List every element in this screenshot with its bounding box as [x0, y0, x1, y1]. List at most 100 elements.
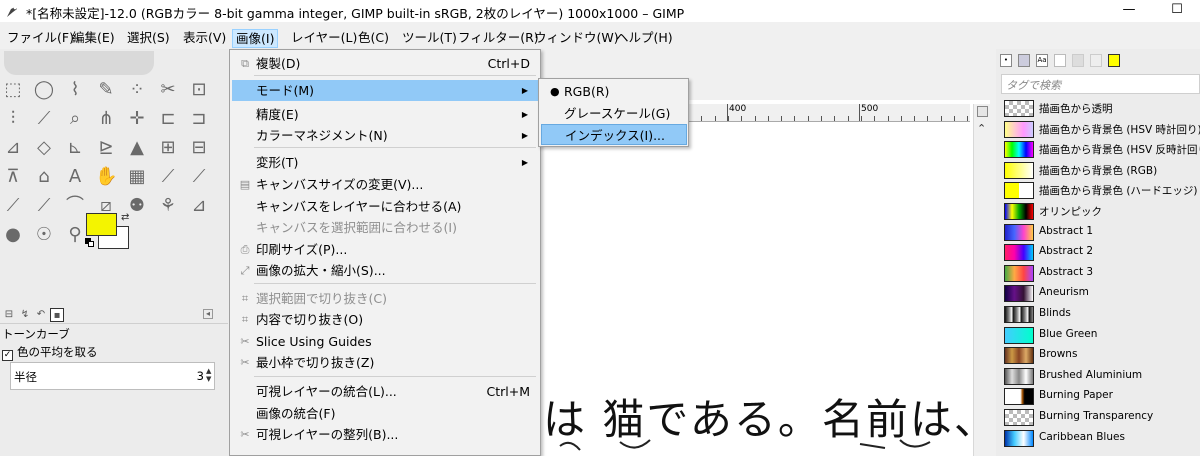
measure-icon[interactable]: ⌕	[64, 108, 86, 130]
image-menu-item-13[interactable]: ✂ 最小枠で切り抜き(Z)	[232, 352, 538, 373]
maximize-button[interactable]: ☐	[1154, 0, 1200, 22]
text-icon[interactable]: A	[64, 166, 86, 188]
gradient-row[interactable]: 描画色から背景色 (RGB)	[1004, 161, 1200, 179]
undo-history-tab-icon[interactable]: ↶	[34, 308, 48, 322]
image-menu-item-9[interactable]: ⤢ 画像の拡大・縮小(S)...	[232, 260, 538, 281]
mode-submenu-item-2[interactable]: インデックス(I)...	[541, 124, 687, 145]
gradient-row[interactable]: Brushed Aluminium	[1004, 367, 1200, 385]
bucket-icon[interactable]: ✋	[95, 166, 117, 188]
paths-icon[interactable]: ⫶	[2, 108, 24, 130]
gradient-row[interactable]: Burning Transparency	[1004, 408, 1200, 426]
image-menu-item-12[interactable]: ✂ Slice Using Guides	[232, 331, 538, 352]
device-status-tab-icon[interactable]: ↯	[18, 308, 32, 322]
ellipse-select-icon[interactable]: ◯	[33, 79, 55, 101]
gradient-row[interactable]: 描画色から背景色 (HSV 反時計回り)	[1004, 140, 1200, 159]
patterns-tab-icon[interactable]	[1018, 54, 1030, 67]
minimize-button[interactable]: —	[1106, 0, 1152, 22]
palette-tab-icon[interactable]	[1072, 54, 1084, 67]
tool-options-tab-icon[interactable]: ⊟	[2, 308, 16, 322]
image-menu-item-5[interactable]: ▤ キャンバスサイズの変更(V)...	[232, 174, 538, 195]
navigate-icon[interactable]	[977, 106, 988, 117]
image-menu-item-8[interactable]: ⎙ 印刷サイズ(P)...	[232, 239, 538, 260]
dynamics-tab-icon[interactable]	[1090, 54, 1102, 67]
heal-icon[interactable]: ⌂	[33, 166, 55, 188]
tag-filter-input[interactable]: タグで検索	[1001, 74, 1200, 94]
gradient-row[interactable]: Caribbean Blues	[1004, 429, 1200, 447]
menu-1[interactable]: 編集(E)	[69, 29, 118, 48]
document-tab-icon[interactable]	[1054, 54, 1066, 67]
gradient-row[interactable]: 描画色から背景色 (HSV 時計回り)	[1004, 120, 1200, 138]
dodge-icon[interactable]: ⚘	[157, 195, 179, 217]
image-menu-item-4[interactable]: 変形(T) ▶	[232, 152, 538, 173]
airbrush-icon[interactable]: ⟋	[33, 195, 55, 217]
gradient-row[interactable]: Abstract 2	[1004, 243, 1200, 262]
color-select-icon[interactable]: ⁘	[126, 79, 148, 101]
blur-icon[interactable]: ●	[2, 224, 24, 246]
brushes-tab-icon[interactable]: •	[1000, 54, 1012, 67]
warp-icon[interactable]: ⊵	[95, 137, 117, 159]
brush-icon[interactable]: ⟋	[188, 166, 210, 188]
scale-icon[interactable]: ▲	[126, 137, 148, 159]
free-select-icon[interactable]: ⌇	[64, 79, 86, 101]
average-checkbox-row[interactable]: ✓ 色の平均を取る	[2, 344, 98, 361]
fonts-tab-icon[interactable]: Aa	[1036, 54, 1048, 67]
mode-submenu-item-1[interactable]: グレースケール(G)	[541, 103, 687, 124]
fuzzy-select-icon[interactable]: ✎	[95, 79, 117, 101]
image-menu-item-2[interactable]: 精度(E) ▶	[232, 104, 538, 125]
eraser-icon[interactable]: ⟋	[2, 195, 24, 217]
gradient-row[interactable]: オリンピック	[1004, 202, 1200, 220]
average-checkbox[interactable]: ✓	[2, 350, 13, 361]
cage-icon[interactable]: ⊞	[157, 137, 179, 159]
horizontal-ruler[interactable]: 400 500	[688, 104, 970, 122]
swap-colors-icon[interactable]: ⇄	[121, 212, 129, 223]
gradient-row[interactable]: Blinds	[1004, 305, 1200, 323]
reset-colors-icon[interactable]	[85, 238, 95, 248]
perspective-icon[interactable]: ⊿	[2, 137, 24, 159]
move-icon[interactable]: ✛	[126, 108, 148, 130]
menu-3[interactable]: 表示(V)	[180, 29, 229, 48]
image-menu-item-14[interactable]: 可視レイヤーの統合(L)... Ctrl+M	[232, 381, 538, 402]
foreground-select-icon[interactable]: ⊡	[188, 79, 210, 101]
menu-9[interactable]: ウィンドウ(W)	[531, 29, 622, 48]
sharpen-icon[interactable]: ☉	[33, 224, 55, 246]
color-picker-icon[interactable]: ⟋	[33, 108, 55, 130]
image-menu-item-6[interactable]: キャンバスをレイヤーに合わせる(A)	[232, 196, 538, 217]
rect-select-icon[interactable]: ⬚	[2, 79, 24, 101]
gradient-row[interactable]: Abstract 3	[1004, 264, 1200, 282]
menu-4[interactable]: 画像(I)	[232, 29, 279, 48]
text-align-icon[interactable]: ⋔	[95, 108, 117, 130]
gradient-row[interactable]: Burning Paper	[1004, 387, 1200, 406]
menu-0[interactable]: ファイル(F)	[4, 29, 77, 48]
image-menu-item-3[interactable]: カラーマネジメント(N) ▶	[232, 125, 538, 146]
image-menu-item-0[interactable]: ⧉ 複製(D) Ctrl+D	[232, 53, 538, 74]
blend-icon[interactable]: ▦	[126, 166, 148, 188]
align-icon[interactable]: ⊏	[157, 108, 179, 130]
images-tab-icon[interactable]: ▪	[50, 308, 64, 322]
flip-icon[interactable]: ⊾	[64, 137, 86, 159]
image-menu-item-10[interactable]: ⌗ 選択範囲で切り抜き(C)	[232, 288, 538, 309]
dodge-burn-icon[interactable]: ⚲	[64, 224, 86, 246]
menu-8[interactable]: フィルター(R)	[455, 29, 542, 48]
gradient-row[interactable]: Browns	[1004, 346, 1200, 365]
radius-spinbox[interactable]: 半径 3 ▲ ▼	[10, 362, 215, 390]
image-menu-item-11[interactable]: ⌗ 内容で切り抜き(O)	[232, 309, 538, 330]
mode-submenu-item-0[interactable]: ● RGB(R)	[541, 81, 687, 102]
clone-icon[interactable]: ⊼	[2, 166, 24, 188]
menu-5[interactable]: レイヤー(L)	[288, 29, 360, 48]
image-menu-item-15[interactable]: 画像の統合(F)	[232, 403, 538, 424]
crop-icon[interactable]: ⊐	[188, 108, 210, 130]
foreground-color-swatch-front[interactable]	[86, 213, 117, 236]
gradient-row[interactable]: 描画色から透明	[1004, 99, 1200, 117]
menu-7[interactable]: ツール(T)	[399, 29, 460, 48]
menu-6[interactable]: 色(C)	[355, 29, 392, 48]
ink-icon[interactable]: ⌒	[64, 195, 86, 217]
panel-menu-icon[interactable]: ◂	[203, 309, 213, 319]
bucket-fill-icon[interactable]: ⊿	[188, 195, 210, 217]
menu-2[interactable]: 選択(S)	[124, 29, 173, 48]
gradient-row[interactable]: 描画色から背景色 (ハードエッジ)	[1004, 181, 1200, 200]
menu-10[interactable]: ヘルプ(H)	[613, 29, 676, 48]
image-menu-item-16[interactable]: ✂ 可視レイヤーの整列(B)...	[232, 424, 538, 445]
gradient-row[interactable]: Blue Green	[1004, 326, 1200, 344]
spin-arrows-icon[interactable]: ▲ ▼	[206, 367, 213, 383]
image-menu-item-7[interactable]: キャンバスを選択範囲に合わせる(I)	[232, 217, 538, 238]
